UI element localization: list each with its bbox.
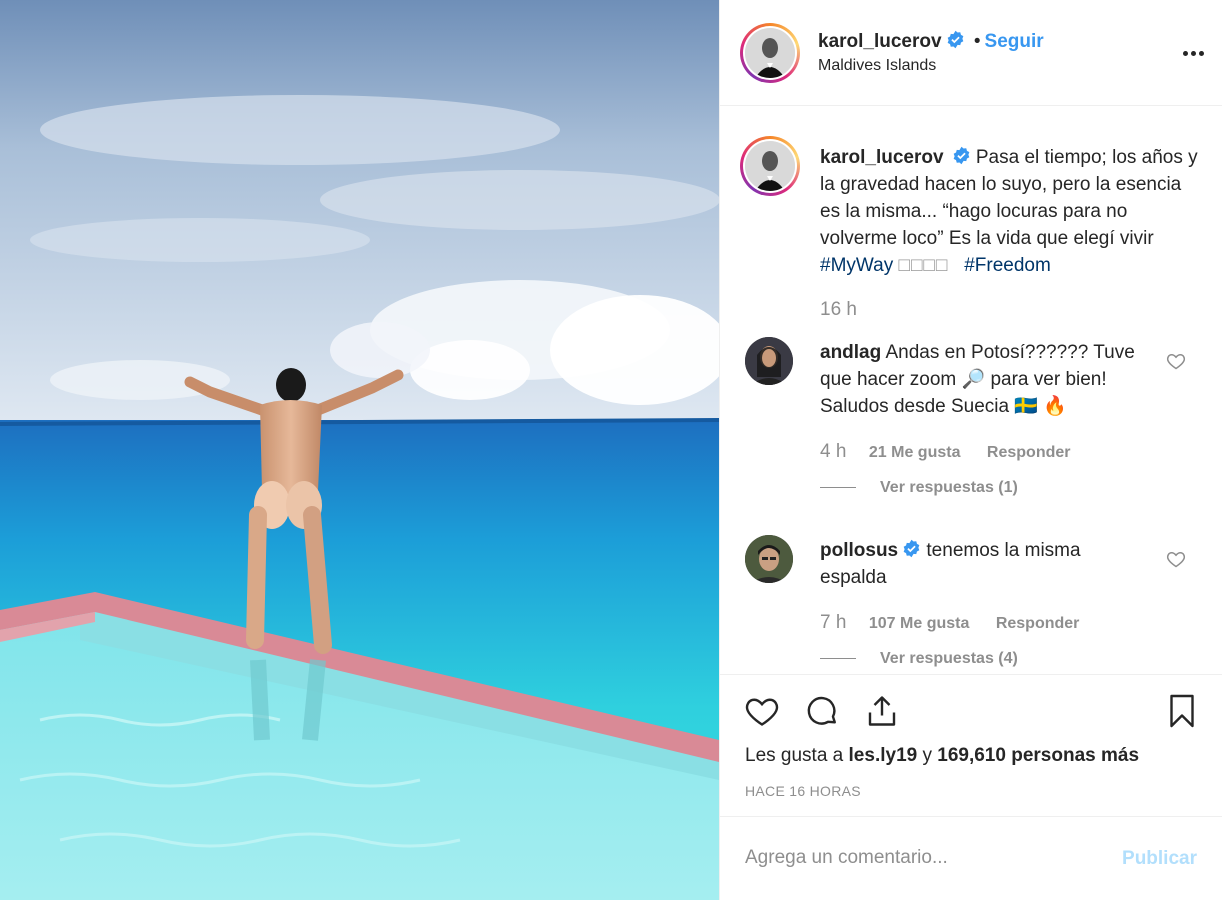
reply-button[interactable]: Responder: [996, 615, 1080, 632]
commenter-avatar[interactable]: [745, 337, 793, 385]
more-options-icon[interactable]: [1178, 38, 1208, 68]
comments-section[interactable]: karol_lucerov Pasa el tiempo; los años y…: [720, 107, 1222, 674]
post-location[interactable]: Maldives Islands: [818, 57, 936, 75]
post-caption: karol_lucerov Pasa el tiempo; los años y…: [820, 144, 1200, 279]
reply-button[interactable]: Responder: [987, 444, 1071, 461]
author-username[interactable]: karol_lucerov: [818, 31, 942, 52]
post-photo[interactable]: [0, 0, 719, 900]
separator-dot: •: [973, 31, 981, 52]
likes-connector: y: [922, 745, 932, 766]
verified-badge-icon: [903, 539, 920, 558]
verified-badge-icon: [947, 30, 963, 49]
hashtag-link[interactable]: #MyWay: [820, 255, 893, 276]
comment-bubble-icon[interactable]: [804, 693, 840, 729]
view-replies-label: Ver respuestas (4): [880, 650, 1018, 667]
emoji-placeholder: □□□□: [898, 255, 949, 276]
post-sidebar: karol_lucerov • Seguir Maldives Islands k…: [719, 0, 1223, 900]
likes-count-link[interactable]: 169,610 personas más: [937, 745, 1139, 766]
caption-avatar[interactable]: [740, 136, 800, 196]
follow-button[interactable]: Seguir: [985, 31, 1044, 52]
likes-summary: Les gusta a les.ly19 y 169,610 personas …: [745, 745, 1139, 767]
caption-time[interactable]: 16 h: [820, 299, 857, 321]
comment-likes-count[interactable]: 21 Me gusta: [869, 444, 961, 461]
author-line: karol_lucerov • Seguir: [818, 30, 1044, 53]
comment-meta: 4 h 21 Me gusta Responder: [820, 441, 1093, 463]
author-avatar[interactable]: [740, 23, 800, 83]
verified-badge-icon: [953, 146, 969, 165]
share-upload-icon[interactable]: [864, 693, 900, 729]
comment-input[interactable]: [745, 847, 1105, 869]
like-heart-icon[interactable]: [744, 693, 780, 729]
post-actions: Les gusta a les.ly19 y 169,610 personas …: [720, 674, 1222, 816]
hashtag-link[interactable]: #Freedom: [964, 255, 1051, 276]
replies-divider: [820, 658, 856, 660]
comment-username[interactable]: pollosus: [820, 540, 898, 561]
comment-meta: 7 h 107 Me gusta Responder: [820, 612, 1101, 634]
publish-button[interactable]: Publicar: [1122, 848, 1197, 870]
like-comment-heart-icon[interactable]: [1166, 549, 1186, 569]
post-header: karol_lucerov • Seguir Maldives Islands: [720, 0, 1222, 106]
save-bookmark-icon[interactable]: [1164, 693, 1200, 729]
comment-body: pollosus tenemos la misma espalda: [820, 537, 1150, 591]
view-replies-button[interactable]: Ver respuestas (4): [820, 650, 1018, 668]
comment-time[interactable]: 7 h: [820, 612, 846, 633]
like-comment-heart-icon[interactable]: [1166, 351, 1186, 371]
replies-divider: [820, 487, 856, 489]
view-replies-label: Ver respuestas (1): [880, 479, 1018, 496]
commenter-avatar[interactable]: [745, 535, 793, 583]
add-comment-form: Publicar: [720, 816, 1222, 900]
comment-body: andlag Andas en Potosí?????? Tuve que ha…: [820, 339, 1150, 420]
caption-username[interactable]: karol_lucerov: [820, 147, 944, 168]
view-replies-button[interactable]: Ver respuestas (1): [820, 479, 1018, 497]
post-image: [0, 0, 719, 900]
comment-username[interactable]: andlag: [820, 342, 881, 363]
comment-time[interactable]: 4 h: [820, 441, 846, 462]
liker-username[interactable]: les.ly19: [849, 745, 918, 766]
post-timestamp[interactable]: HACE 16 HORAS: [745, 783, 861, 799]
comment-likes-count[interactable]: 107 Me gusta: [869, 615, 969, 632]
likes-prefix: Les gusta a: [745, 745, 844, 766]
